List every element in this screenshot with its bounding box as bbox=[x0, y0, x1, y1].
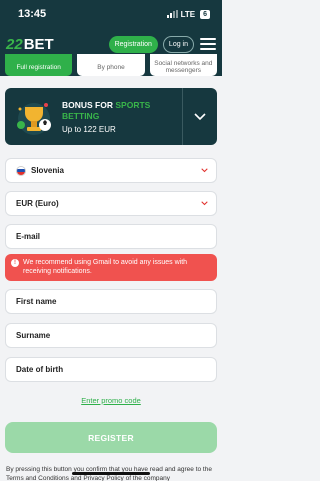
email-placeholder: E-mail bbox=[16, 232, 41, 241]
info-icon: ! bbox=[11, 259, 19, 267]
email-warning-alert: ! We recommend using Gmail to avoid any … bbox=[5, 254, 217, 281]
currency-select[interactable]: EUR (Euro) bbox=[5, 191, 217, 216]
login-button[interactable]: Log in bbox=[162, 35, 194, 53]
first-name-placeholder: First name bbox=[16, 297, 57, 306]
alert-text: We recommend using Gmail to avoid any is… bbox=[23, 259, 188, 275]
chevron-down-icon bbox=[194, 112, 206, 120]
surname-field[interactable]: Surname bbox=[5, 323, 217, 348]
first-name-field[interactable]: First name bbox=[5, 289, 217, 314]
email-field[interactable]: E-mail bbox=[5, 224, 217, 249]
country-select[interactable]: Slovenia bbox=[5, 158, 217, 183]
tab-by-phone[interactable]: By phone bbox=[77, 54, 145, 76]
status-indicators: LTE 6 bbox=[166, 9, 210, 19]
bonus-banner[interactable]: BONUS FOR SPORTS BETTING Up to 122 EUR bbox=[5, 88, 217, 145]
bonus-text: BONUS FOR SPORTS BETTING Up to 122 EUR bbox=[56, 100, 182, 134]
logo[interactable]: 22 BET bbox=[6, 36, 54, 53]
register-button[interactable]: REGISTER bbox=[5, 422, 217, 453]
dob-placeholder: Date of birth bbox=[16, 365, 64, 374]
bonus-title: BONUS FOR SPORTS BETTING bbox=[62, 99, 151, 121]
status-time: 13:45 bbox=[18, 8, 47, 20]
signal-icon bbox=[166, 10, 178, 18]
battery-icon: 6 bbox=[200, 9, 210, 19]
network-label: LTE bbox=[180, 9, 196, 19]
currency-value: EUR (Euro) bbox=[16, 199, 59, 208]
surname-placeholder: Surname bbox=[16, 331, 51, 340]
header-registration-button[interactable]: Registration bbox=[108, 35, 158, 53]
menu-icon[interactable] bbox=[200, 38, 216, 50]
bonus-amount: Up to 122 EUR bbox=[62, 124, 116, 134]
chevron-down-icon bbox=[201, 201, 208, 206]
logo-number: 22 bbox=[6, 35, 23, 53]
flag-slovenia-icon bbox=[16, 165, 26, 176]
logo-text: BET bbox=[23, 35, 54, 53]
tab-social-networks[interactable]: Social networks and messengers bbox=[149, 54, 217, 76]
tab-full-registration[interactable]: Full registration bbox=[5, 54, 73, 76]
registration-tabs: Full registration By phone Social networ… bbox=[0, 54, 222, 76]
country-value: Slovenia bbox=[31, 166, 64, 175]
status-bar: 13:45 LTE 6 bbox=[0, 0, 222, 28]
trophy-icon bbox=[12, 95, 56, 139]
date-of-birth-field[interactable]: Date of birth bbox=[5, 357, 217, 382]
promo-code-link[interactable]: Enter promo code bbox=[0, 396, 222, 405]
home-indicator[interactable] bbox=[72, 472, 150, 475]
bonus-expand-button[interactable] bbox=[183, 112, 217, 121]
chevron-down-icon bbox=[201, 168, 208, 173]
